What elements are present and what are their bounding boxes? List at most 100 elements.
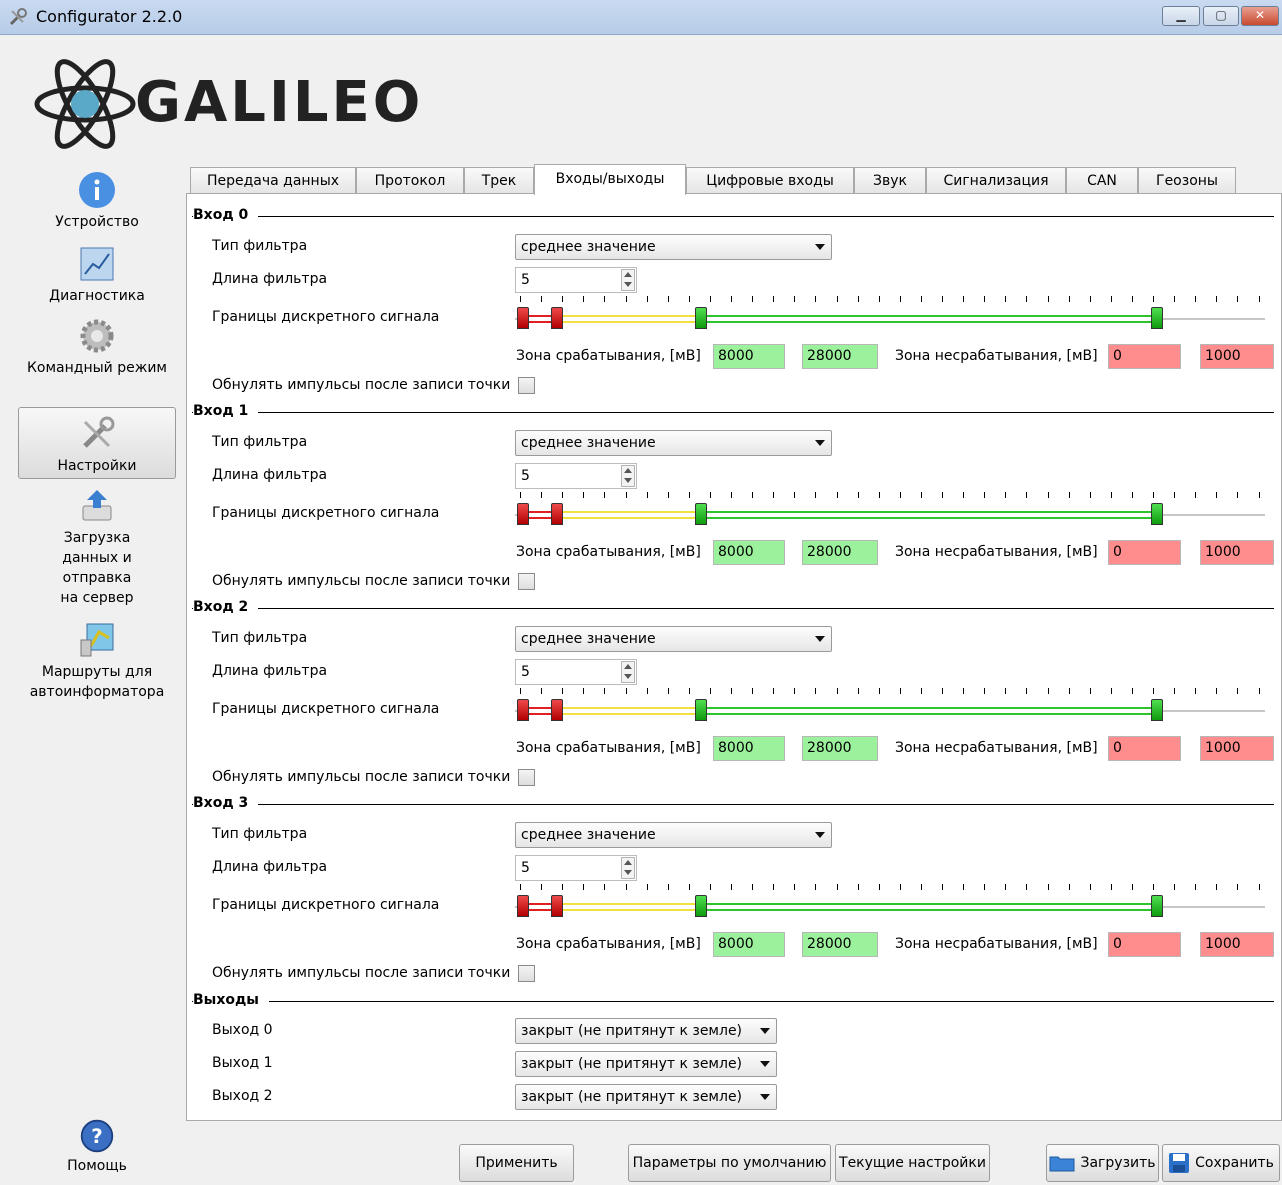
off-zone-low-handle[interactable] — [517, 895, 529, 917]
filter-length-label: Длина фильтра — [212, 271, 328, 287]
tab-data-transfer[interactable]: Передача данных — [190, 167, 356, 194]
tab-can[interactable]: CAN — [1066, 167, 1138, 194]
load-label: Загрузить — [1080, 1155, 1156, 1171]
slider-tick — [1216, 296, 1218, 302]
slider-tick — [1089, 688, 1091, 694]
on-zone-from-field[interactable]: 8000 — [713, 540, 785, 565]
on-zone-segment — [697, 707, 1157, 715]
signal-bounds-label: Границы дискретного сигнала — [212, 701, 440, 717]
slider-tick — [667, 492, 669, 498]
reset-pulses-checkbox[interactable] — [518, 377, 535, 394]
on-zone-from-field[interactable]: 8000 — [713, 344, 785, 369]
spin-buttons[interactable] — [621, 857, 635, 879]
on-zone-low-handle[interactable] — [695, 307, 707, 329]
tab-geozones[interactable]: Геозоны — [1138, 167, 1236, 194]
maximize-button[interactable]: ▢ — [1203, 6, 1239, 26]
off-zone-to-field[interactable]: 1000 — [1200, 736, 1274, 761]
filter-type-select[interactable]: среднее значение — [515, 234, 832, 260]
signal-bounds-label: Границы дискретного сигнала — [212, 505, 440, 521]
sidebar-item-diagnostics[interactable]: Диагностика — [18, 244, 176, 310]
off-zone-to-field[interactable]: 1000 — [1200, 540, 1274, 565]
output-0-select[interactable]: закрыт (не притянут к земле) — [515, 1018, 777, 1044]
tab-alarm[interactable]: Сигнализация — [926, 167, 1066, 194]
sidebar-item-help[interactable]: ? Помощь — [18, 1118, 176, 1182]
on-zone-high-handle[interactable] — [1151, 895, 1163, 917]
filter-length-spinbox[interactable]: 5 — [515, 267, 637, 293]
signal-bounds-slider[interactable] — [515, 884, 1265, 922]
off-zone-from-field[interactable]: 0 — [1108, 540, 1181, 565]
reset-pulses-checkbox[interactable] — [518, 965, 535, 982]
off-zone-high-handle[interactable] — [551, 895, 563, 917]
arrow-up-icon — [624, 860, 632, 865]
off-zone-low-handle[interactable] — [517, 503, 529, 525]
off-zone-high-handle[interactable] — [551, 307, 563, 329]
tab-inputs-outputs[interactable]: Входы/выходы — [534, 164, 686, 195]
off-zone-high-handle[interactable] — [551, 503, 563, 525]
reset-pulses-checkbox[interactable] — [518, 769, 535, 786]
on-zone-low-handle[interactable] — [695, 699, 707, 721]
slider-tick — [1005, 884, 1007, 890]
current-settings-button[interactable]: Текущие настройки — [835, 1144, 990, 1182]
sidebar-item-device[interactable]: Устройство — [18, 170, 176, 240]
tab-sound[interactable]: Звук — [854, 167, 926, 194]
tab-digital-inputs[interactable]: Цифровые входы — [686, 167, 854, 194]
slider-tick — [709, 884, 711, 890]
on-zone-from-field[interactable]: 8000 — [713, 932, 785, 957]
sidebar-item-command-mode[interactable]: Командный режим — [18, 316, 176, 402]
off-zone-low-handle[interactable] — [517, 699, 529, 721]
off-zone-high-handle[interactable] — [551, 699, 563, 721]
off-zone-from-field[interactable]: 0 — [1108, 736, 1181, 761]
filter-length-spinbox[interactable]: 5 — [515, 463, 637, 489]
save-button[interactable]: Сохранить — [1162, 1144, 1280, 1182]
signal-bounds-slider[interactable] — [515, 688, 1265, 726]
close-button[interactable]: ✕ — [1241, 6, 1279, 26]
on-zone-high-handle[interactable] — [1151, 307, 1163, 329]
apply-button[interactable]: Применить — [459, 1144, 574, 1182]
info-icon — [79, 172, 115, 208]
on-zone-to-field[interactable]: 28000 — [802, 344, 878, 369]
defaults-button[interactable]: Параметры по умолчанию — [628, 1144, 831, 1182]
filter-length-spinbox[interactable]: 5 — [515, 659, 637, 685]
off-zone-low-handle[interactable] — [517, 307, 529, 329]
on-zone-to-field[interactable]: 28000 — [802, 736, 878, 761]
slider-tick — [836, 688, 838, 694]
spin-buttons[interactable] — [621, 465, 635, 487]
slider-tick — [1005, 688, 1007, 694]
sidebar-item-upload-data[interactable]: Загрузка данных и отправка на сервер — [18, 486, 176, 611]
slider-tick — [1026, 688, 1028, 694]
on-zone-to-field[interactable]: 28000 — [802, 540, 878, 565]
filter-type-select[interactable]: среднее значение — [515, 626, 832, 652]
filter-type-select[interactable]: среднее значение — [515, 822, 832, 848]
off-zone-to-field[interactable]: 1000 — [1200, 344, 1274, 369]
on-zone-to-field[interactable]: 28000 — [802, 932, 878, 957]
load-button[interactable]: Загрузить — [1046, 1144, 1159, 1182]
on-zone-high-handle[interactable] — [1151, 503, 1163, 525]
sidebar-item-routes[interactable]: Маршруты для автоинформатора — [18, 620, 176, 708]
slider-tick — [562, 688, 564, 694]
output-1-select[interactable]: закрыт (не притянут к земле) — [515, 1051, 777, 1077]
signal-bounds-label: Границы дискретного сигнала — [212, 897, 440, 913]
off-zone-from-field[interactable]: 0 — [1108, 344, 1181, 369]
slider-tick — [857, 492, 859, 498]
slider-tick — [984, 688, 986, 694]
on-zone-from-field[interactable]: 8000 — [713, 736, 785, 761]
filter-length-spinbox[interactable]: 5 — [515, 855, 637, 881]
on-zone-high-handle[interactable] — [1151, 699, 1163, 721]
tab-protocol[interactable]: Протокол — [356, 167, 464, 194]
slider-tick — [1174, 688, 1176, 694]
tab-track[interactable]: Трек — [464, 167, 534, 194]
off-zone-to-field[interactable]: 1000 — [1200, 932, 1274, 957]
sidebar-item-settings[interactable]: Настройки — [18, 407, 176, 479]
filter-type-select[interactable]: среднее значение — [515, 430, 832, 456]
spin-buttons[interactable] — [621, 269, 635, 291]
signal-bounds-slider[interactable] — [515, 492, 1265, 530]
minimize-button[interactable]: ▁ — [1162, 6, 1200, 26]
signal-bounds-slider[interactable] — [515, 296, 1265, 334]
output-2-select[interactable]: закрыт (не притянут к земле) — [515, 1084, 777, 1110]
slider-tick — [1026, 296, 1028, 302]
off-zone-from-field[interactable]: 0 — [1108, 932, 1181, 957]
spin-buttons[interactable] — [621, 661, 635, 683]
on-zone-low-handle[interactable] — [695, 503, 707, 525]
on-zone-low-handle[interactable] — [695, 895, 707, 917]
reset-pulses-checkbox[interactable] — [518, 573, 535, 590]
